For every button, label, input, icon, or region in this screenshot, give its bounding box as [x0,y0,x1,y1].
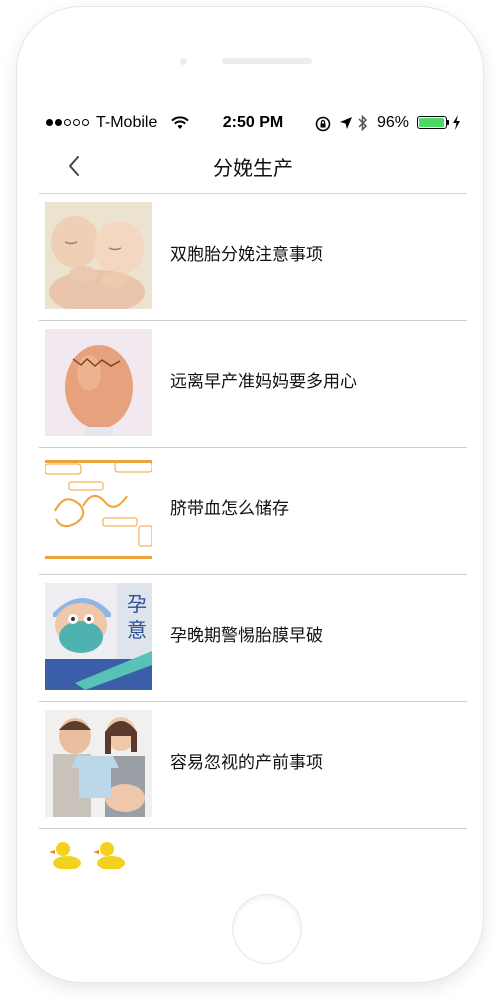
location-arrow-icon [340,117,352,129]
article-list: 双胞胎分娩注意事项 远离早产准妈妈要多用心 脐带血怎么储存 孕 意 孕晚期警惕胎… [39,194,467,869]
list-item[interactable]: 脐带血怎么储存 [39,448,467,575]
svg-text:意: 意 [127,618,147,642]
battery-percentage: 96% [377,114,410,131]
charging-bolt-icon [453,115,460,130]
battery-terminal [447,120,449,125]
bluetooth-icon [358,114,368,132]
front-camera [180,58,187,65]
earpiece-speaker [222,58,312,64]
list-item[interactable]: 远离早产准妈妈要多用心 [39,321,467,448]
app-screen: T-Mobile 2:50 PM 96% 分娩生产 双胞胎分娩注意事项 远离早产… [39,108,467,870]
cracked-egg-thumbnail [45,329,152,436]
article-title: 双胞胎分娩注意事项 [170,245,323,265]
cord-blood-diagram-thumbnail [45,456,152,563]
page-title: 分娩生产 [213,156,293,180]
doctor-mask-thumbnail: 孕 意 [45,583,152,690]
rotation-lock-icon [315,116,331,132]
article-title: 远离早产准妈妈要多用心 [170,372,357,392]
status-bar: T-Mobile 2:50 PM 96% [39,108,467,138]
svg-text:孕: 孕 [127,592,147,616]
navigation-bar: 分娩生产 [39,138,467,194]
list-item[interactable]: 双胞胎分娩注意事项 [39,194,467,321]
rubber-ducks-thumbnail [45,837,152,869]
battery-icon [417,116,447,129]
home-button[interactable] [233,895,301,963]
expecting-couple-thumbnail [45,710,152,817]
twin-babies-thumbnail [45,202,152,309]
list-item[interactable]: 孕 意 孕晚期警惕胎膜早破 [39,575,467,702]
list-item[interactable] [39,829,467,869]
article-title: 脐带血怎么储存 [170,499,289,519]
list-item[interactable]: 容易忽视的产前事项 [39,702,467,829]
article-title: 容易忽视的产前事项 [170,753,323,773]
article-title: 孕晚期警惕胎膜早破 [170,626,323,646]
